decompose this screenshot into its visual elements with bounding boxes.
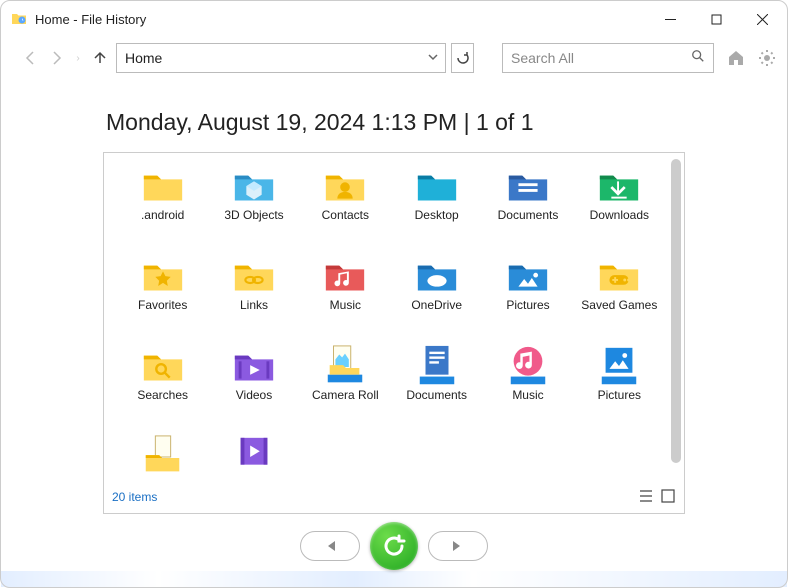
item-label: Videos [236,389,272,403]
item-label: Documents [498,209,559,223]
folder-item[interactable]: Favorites [122,253,203,339]
status-text: 20 items [112,490,157,504]
home-button[interactable] [726,45,746,71]
search-icon [691,49,705,68]
folder-links-icon [231,253,277,297]
folder-item[interactable]: Pictures [579,343,660,429]
search-box[interactable] [502,43,714,73]
item-label: Saved Games [581,299,657,313]
folder-item[interactable]: Desktop [396,163,477,249]
address-dropdown-icon[interactable] [427,50,439,66]
forward-button[interactable] [46,44,67,72]
view-list-button[interactable] [638,488,654,507]
minimize-button[interactable] [647,1,693,37]
search-input[interactable] [511,50,671,66]
folder-yellow-icon [140,163,186,207]
lib-documents-icon [414,343,460,387]
item-label: Music [512,389,543,403]
item-label: Searches [137,389,188,403]
folder-item[interactable]: Documents [396,343,477,429]
titlebar: Home - File History [1,1,787,37]
folder-desktop-icon [414,163,460,207]
item-label: Desktop [415,209,459,223]
up-button[interactable] [89,44,110,72]
item-label: Favorites [138,299,187,313]
folder-downloads-icon [596,163,642,207]
previous-version-button[interactable] [300,531,360,561]
background-accent [1,571,787,587]
folder-item[interactable] [213,433,294,473]
address-bar[interactable]: Home [116,43,446,73]
lib-cameraroll-icon [322,343,368,387]
item-label: .android [141,209,184,223]
folder-3d-icon [231,163,277,207]
refresh-button[interactable] [451,43,474,73]
playback-controls [1,522,787,570]
folder-documents-icon [505,163,551,207]
settings-button[interactable] [758,45,778,71]
view-grid-button[interactable] [660,488,676,507]
item-label: OneDrive [411,299,462,313]
folder-music-icon [322,253,368,297]
folder-item[interactable]: Music [305,253,386,339]
folder-item[interactable]: Searches [122,343,203,429]
folder-item[interactable]: Pictures [487,253,568,339]
folder-item[interactable]: Videos [213,343,294,429]
item-label: Camera Roll [312,389,379,403]
maximize-button[interactable] [693,1,739,37]
address-text: Home [125,50,162,66]
folder-item[interactable]: Downloads [579,163,660,249]
item-label: 3D Objects [224,209,283,223]
folder-item[interactable]: 3D Objects [213,163,294,249]
folder-item[interactable]: Music [487,343,568,429]
folder-item[interactable]: .android [122,163,203,249]
snapshot-heading: Monday, August 19, 2024 1:13 PM | 1 of 1 [1,79,787,152]
close-button[interactable] [739,1,785,37]
next-version-button[interactable] [428,531,488,561]
back-button[interactable] [19,44,40,72]
content-panel: .android 3D Objects Contacts Desktop Documen… [103,152,685,514]
folder-favorites-icon [140,253,186,297]
item-label: Pictures [598,389,641,403]
folder-item[interactable] [122,433,203,473]
item-label: Documents [406,389,467,403]
window-title: Home - File History [35,12,146,27]
items-grid: .android 3D Objects Contacts Desktop Documen… [104,153,684,473]
folder-savedgames-icon [596,253,642,297]
folder-item[interactable]: Documents [487,163,568,249]
toolbar: › Home [1,37,787,79]
item-label: Downloads [590,209,649,223]
folder-onedrive-icon [414,253,460,297]
lib-pictures-icon [596,343,642,387]
item-label: Pictures [506,299,549,313]
item-label: Music [330,299,361,313]
folder-item[interactable]: Contacts [305,163,386,249]
scrollbar[interactable] [671,159,681,463]
nav-separator: › [75,53,81,64]
folder-item[interactable]: Links [213,253,294,339]
folder-doc-yellow-icon [140,433,186,473]
folder-video-purple-icon [231,433,277,473]
item-label: Contacts [322,209,369,223]
lib-music-icon [505,343,551,387]
folder-pictures-icon [505,253,551,297]
app-icon [11,10,27,29]
folder-videos-icon [231,343,277,387]
folder-item[interactable]: OneDrive [396,253,477,339]
folder-contacts-icon [322,163,368,207]
folder-item[interactable]: Saved Games [579,253,660,339]
folder-searches-icon [140,343,186,387]
folder-item[interactable]: Camera Roll [305,343,386,429]
restore-button[interactable] [370,522,418,570]
item-label: Links [240,299,268,313]
